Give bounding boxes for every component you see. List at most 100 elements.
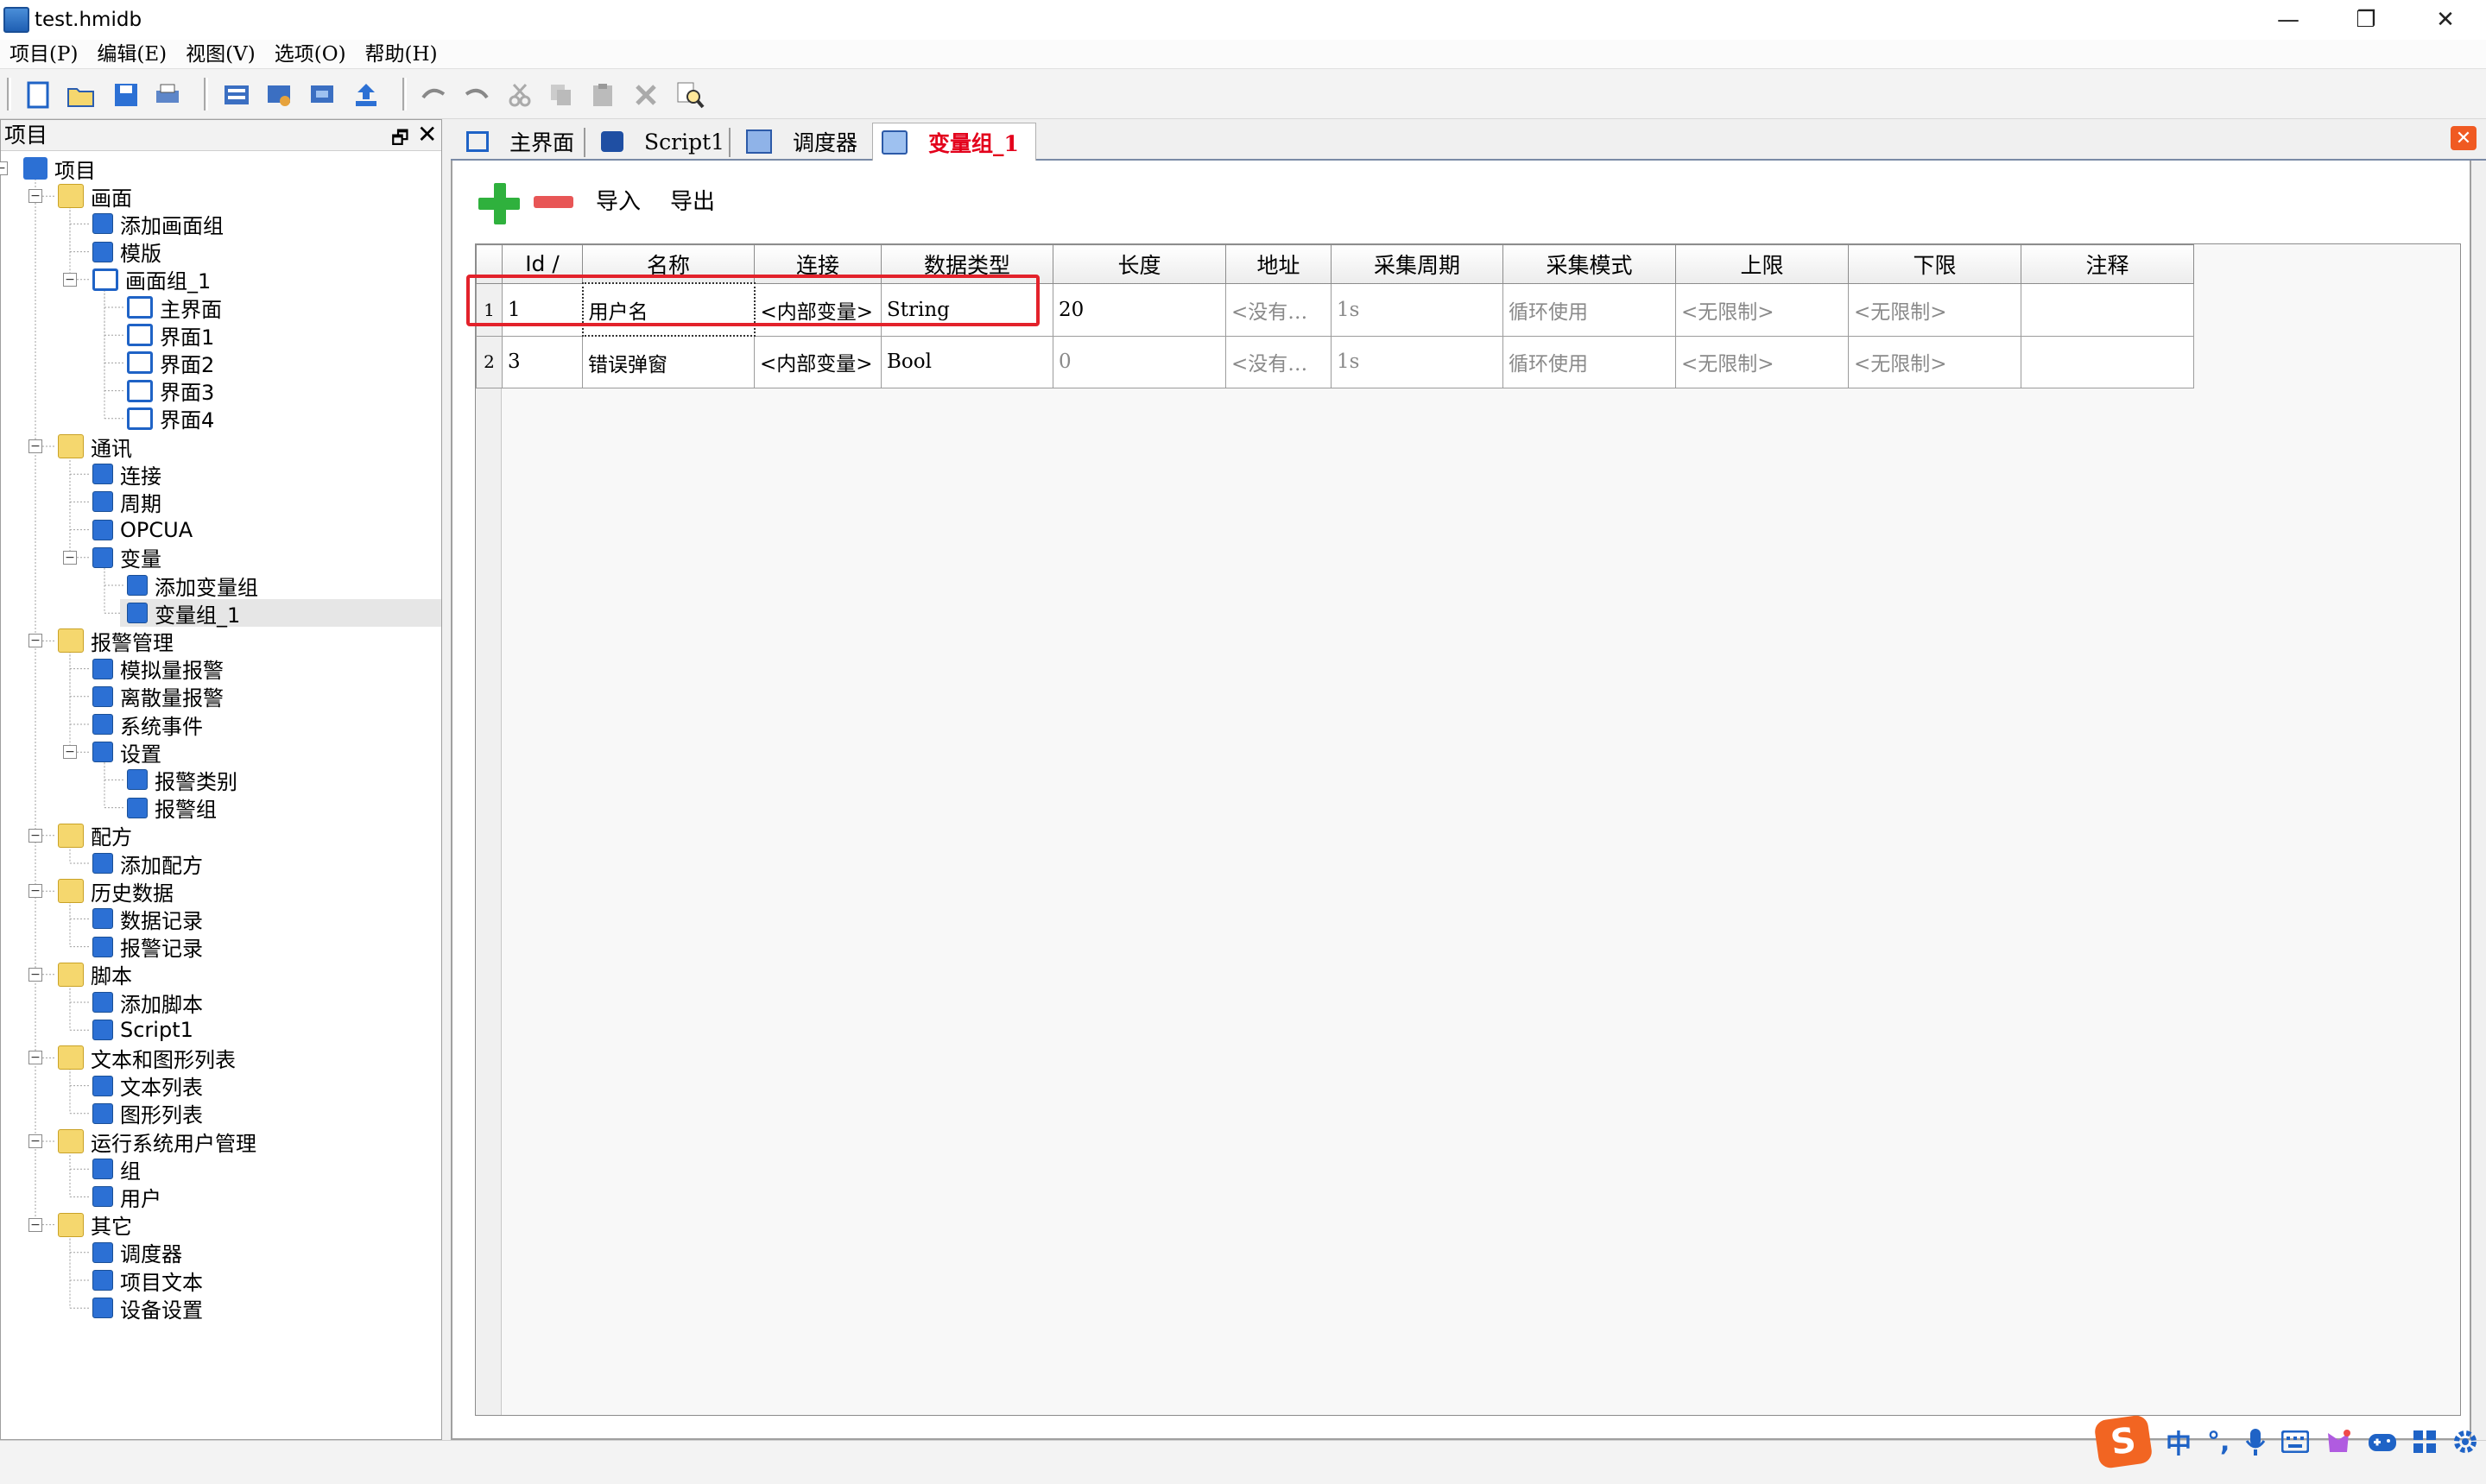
tree-collapse-toggle[interactable]: − [28,1217,42,1232]
tree-collapse-toggle[interactable]: − [28,828,42,843]
cell-cycle[interactable]: 1s [1331,282,1503,337]
tree-item[interactable]: 用户 [92,1183,161,1211]
tree-collapse-toggle[interactable]: − [28,439,42,453]
minimize-button[interactable]: — [2249,0,2328,40]
tree-item[interactable]: 文本和图形列表 [58,1044,236,1072]
tree-item[interactable]: 配方 [58,822,132,849]
export-button[interactable]: 导出 [670,186,715,218]
tree-collapse-toggle[interactable]: − [63,745,77,760]
print-icon[interactable] [152,79,183,111]
settings-icon[interactable] [2452,1429,2478,1455]
close-button[interactable]: ✕ [2406,0,2485,40]
tree-item[interactable]: 变量 [92,544,161,571]
cell-length[interactable]: 0 [1053,335,1226,388]
cell-comment[interactable] [2021,282,2194,337]
redo-icon[interactable] [461,79,492,111]
close-tab-icon[interactable]: ✕ [2451,126,2477,150]
table-row[interactable]: 2 3 错误弹窗 <内部变量> Bool 0 <没有… 1s 循环使用 <无限制… [476,335,2194,388]
tree-item[interactable]: 报警类别 [127,766,237,794]
tree-item[interactable]: 通讯 [58,433,132,461]
cell-upper-limit[interactable]: <无限制> [1675,335,1849,388]
remove-icon[interactable] [534,196,573,208]
float-pane-icon[interactable]: 🗗 [391,123,409,156]
menu-options[interactable]: 选项(O) [265,40,356,69]
menu-view[interactable]: 视图(V) [176,40,265,69]
tree-item[interactable]: 历史数据 [58,877,174,906]
tree-item[interactable]: Script1 [92,1016,193,1044]
column-header-lower-limit[interactable]: 下限 [1848,244,2021,284]
ime-punctuation-toggle[interactable]: °, [2207,1427,2230,1457]
tree-item[interactable]: 数据记录 [92,905,203,933]
tree-item[interactable]: 界面1 [127,321,214,350]
close-pane-icon[interactable]: ✕ [417,120,437,148]
column-header-comment[interactable]: 注释 [2021,244,2194,284]
tree-item[interactable]: 画面组_1 [92,266,211,294]
tree-item[interactable]: 界面3 [127,377,214,405]
tab-script1[interactable]: Script1 [592,123,733,161]
cell-comment[interactable] [2021,335,2194,388]
ime-language-toggle[interactable]: 中 [2166,1423,2192,1461]
upload-icon[interactable] [351,79,382,111]
download-icon[interactable] [264,79,295,111]
cell-address[interactable]: <没有… [1225,335,1332,388]
apps-icon[interactable] [2413,1430,2437,1454]
tree-item[interactable]: 运行系统用户管理 [58,1127,256,1156]
cell-mode[interactable]: 循环使用 [1502,282,1676,337]
tree-item[interactable]: 系统事件 [92,710,203,739]
tree-item[interactable]: 界面4 [127,405,214,433]
tree-item[interactable]: 添加脚本 [92,988,203,1017]
tab-main-screen[interactable]: 主界面 [458,123,583,161]
cell-connection[interactable]: <内部变量> [754,335,882,388]
add-icon[interactable] [478,183,520,224]
cell-lower-limit[interactable]: <无限制> [1848,335,2021,388]
menu-project[interactable]: 项目(P) [0,40,87,69]
column-header-cycle[interactable]: 采集周期 [1331,244,1503,284]
tree-item[interactable]: 调度器 [92,1239,182,1266]
tree-item[interactable]: 连接 [92,460,161,489]
column-header-upper-limit[interactable]: 上限 [1675,244,1849,284]
tree-item[interactable]: 文本列表 [92,1072,203,1100]
copy-icon[interactable] [546,79,577,111]
tree-item[interactable]: 设备设置 [92,1294,203,1323]
cut-icon[interactable] [504,79,535,111]
menu-help[interactable]: 帮助(H) [356,40,447,69]
new-icon[interactable] [22,79,54,111]
tree-item[interactable]: 报警记录 [92,933,203,961]
column-header-mode[interactable]: 采集模式 [1502,244,1676,284]
cell-length[interactable]: 20 [1053,282,1226,337]
tab-scheduler[interactable]: 调度器 [737,123,866,161]
tree-collapse-toggle[interactable]: − [28,884,42,899]
tree-item[interactable]: 组 [92,1155,141,1184]
tree-item[interactable]: 脚本 [58,961,132,988]
tree-collapse-toggle[interactable]: − [0,161,8,175]
keyboard-icon[interactable] [2281,1430,2310,1453]
delete-icon[interactable] [630,79,661,111]
compile-icon[interactable] [221,79,252,111]
cell-mode[interactable]: 循环使用 [1502,335,1676,388]
tree-collapse-toggle[interactable]: − [28,634,42,648]
column-header-address[interactable]: 地址 [1225,244,1332,284]
tree-item[interactable]: 其它 [58,1211,132,1239]
tree-item[interactable]: 设置 [92,738,161,767]
tree-collapse-toggle[interactable]: − [28,1051,42,1065]
column-header-length[interactable]: 长度 [1053,244,1226,284]
tree-item[interactable]: 图形列表 [92,1100,203,1127]
tree-item[interactable]: 添加变量组 [127,571,258,600]
tree-item[interactable]: 项目 [23,155,96,183]
paste-icon[interactable] [587,79,618,111]
tree-collapse-toggle[interactable]: − [28,967,42,982]
cell-upper-limit[interactable]: <无限制> [1675,282,1849,337]
tree-item[interactable]: 添加配方 [92,849,203,878]
save-icon[interactable] [111,79,142,111]
tree-item[interactable]: 离散量报警 [92,683,224,710]
tree-item[interactable]: 变量组_1 [120,599,441,628]
tab-variable-group-1[interactable]: 变量组_1 [872,123,1036,161]
restore-button[interactable]: ❐ [2326,0,2406,40]
mic-icon[interactable] [2245,1427,2266,1456]
undo-icon[interactable] [418,79,449,111]
tree-item[interactable]: 项目文本 [92,1266,203,1295]
menu-edit[interactable]: 编辑(E) [87,40,176,69]
cell-lower-limit[interactable]: <无限制> [1848,282,2021,337]
tree-collapse-toggle[interactable]: − [28,1134,42,1148]
simulate-icon[interactable] [307,79,338,111]
